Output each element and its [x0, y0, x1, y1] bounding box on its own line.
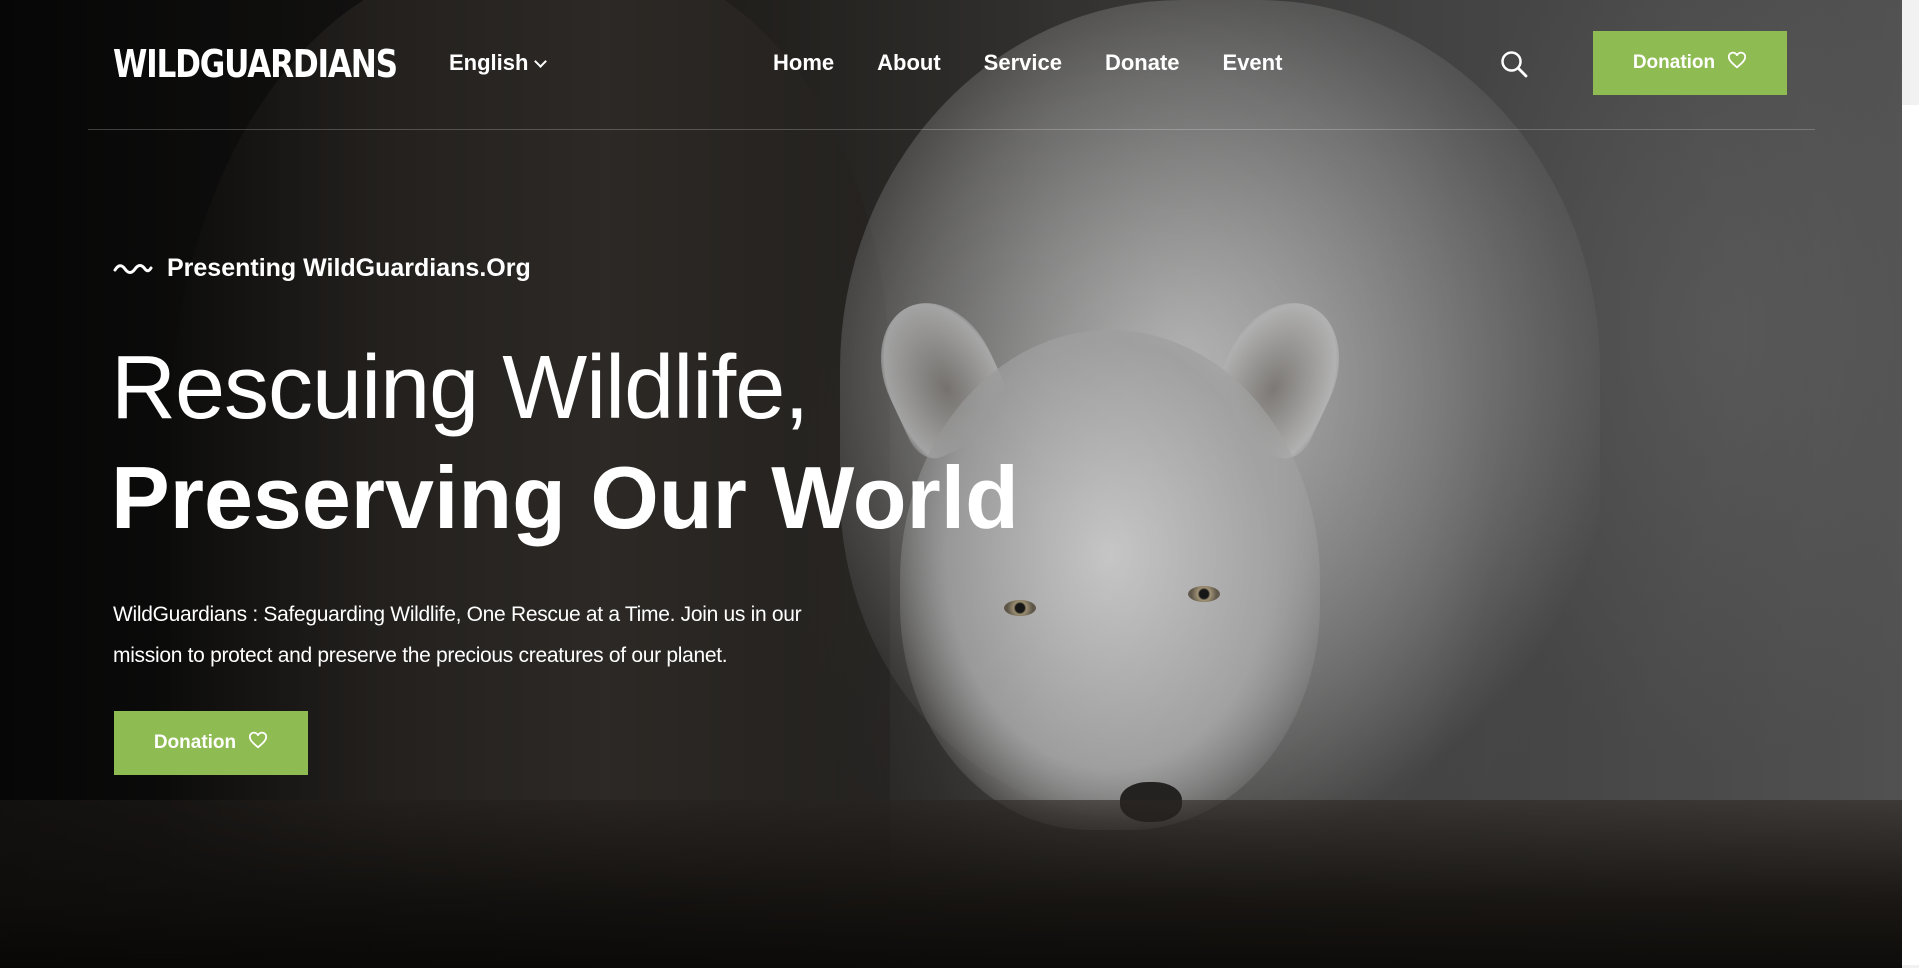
nav-service[interactable]: Service [984, 50, 1062, 76]
donation-button-label: Donation [153, 732, 237, 753]
search-icon[interactable] [1500, 50, 1528, 78]
heart-icon [248, 731, 268, 755]
language-selector[interactable]: English [449, 50, 548, 76]
nav-about[interactable]: About [877, 50, 941, 76]
main-nav: Home About Service Donate Event [773, 50, 1282, 76]
site-logo[interactable]: WILDGUARDIANS [113, 44, 398, 84]
nav-event[interactable]: Event [1223, 50, 1283, 76]
donation-button-label: Donation [1632, 52, 1716, 73]
language-label: English [449, 50, 529, 75]
chevron-down-icon [534, 54, 548, 68]
hero-eyebrow: Presenting WildGuardians.Org [113, 254, 531, 283]
hero-description: WildGuardians : Safeguarding Wildlife, O… [113, 603, 802, 667]
nav-home[interactable]: Home [773, 50, 834, 76]
header-divider [88, 129, 1815, 130]
scrollbar-track [1902, 105, 1919, 965]
hero-title-line1: Rescuing Wildlife, [111, 338, 809, 438]
heart-icon [1727, 51, 1747, 75]
hero-title-line2: Preserving Our World [111, 448, 1019, 547]
nav-donate[interactable]: Donate [1105, 50, 1180, 76]
eyebrow-text: Presenting WildGuardians.Org [167, 254, 531, 282]
header-donation-button[interactable]: Donation [1593, 31, 1793, 101]
hero-donation-button[interactable]: Donation [114, 711, 314, 781]
wave-icon [113, 254, 153, 283]
